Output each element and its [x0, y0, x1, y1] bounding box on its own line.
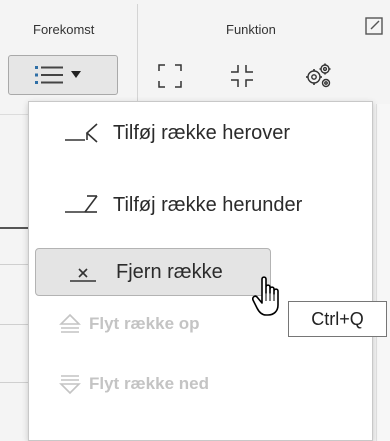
layout-dropdown-button[interactable] — [8, 55, 118, 95]
scroll-area-edge — [376, 104, 390, 441]
menu-item-move-row-down[interactable]: Flyt række ned — [33, 360, 368, 408]
gears-icon — [306, 63, 331, 88]
dialog-launcher-icon[interactable] — [362, 14, 384, 36]
menu-item-label: Fjern række — [116, 260, 223, 283]
menu-item-insert-row-below[interactable]: Tilføj række herunder — [33, 181, 368, 229]
insert-row-above-icon — [61, 118, 101, 148]
group-separator — [137, 4, 138, 104]
shortcut-tooltip: Ctrl+Q — [288, 301, 387, 337]
expand-button[interactable] — [150, 56, 190, 96]
menu-item-label: Flyt række ned — [89, 374, 209, 393]
menu-item-label: Tilføj række herunder — [113, 193, 303, 216]
move-up-icon — [55, 309, 85, 339]
menu-item-label: Tilføj række herover — [113, 121, 291, 144]
insert-row-below-icon — [61, 190, 101, 220]
tooltip-text: Ctrl+Q — [311, 308, 364, 329]
remove-row-icon — [64, 257, 104, 287]
group-label-funktion: Funktion — [226, 22, 276, 37]
menu-item-label: Flyt række op — [89, 314, 200, 333]
list-dropdown-icon — [35, 66, 81, 84]
settings-button[interactable] — [296, 54, 340, 98]
hand-cursor-icon — [252, 276, 279, 316]
move-down-icon — [55, 369, 85, 399]
collapse-button[interactable] — [222, 56, 262, 96]
row-actions-menu: Tilføj række herover Tilføj række herund… — [28, 101, 373, 441]
menu-item-remove-row[interactable]: Fjern række — [35, 248, 271, 296]
collapse-icon — [231, 65, 253, 87]
group-label-forekomst: Forekomst — [33, 22, 95, 37]
expand-icon — [158, 64, 182, 88]
menu-item-insert-row-above[interactable]: Tilføj række herover — [33, 109, 368, 157]
